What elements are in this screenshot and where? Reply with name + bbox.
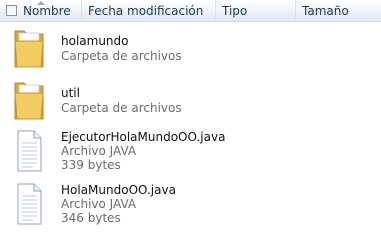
list-item[interactable]: util Carpeta de archivos xyxy=(0,76,381,126)
item-type: Archivo JAVA xyxy=(61,144,137,158)
document-icon xyxy=(12,182,46,226)
list-item[interactable]: HolaMundoOO.java Archivo JAVA 346 bytes xyxy=(0,179,381,231)
item-type: Carpeta de archivos xyxy=(61,101,182,115)
column-header-tamano[interactable]: Tamaño xyxy=(296,0,381,22)
column-header-tamano-label: Tamaño xyxy=(302,4,349,18)
column-header-bar: Nombre Fecha modificación Tipo Tamaño xyxy=(0,0,381,22)
folder-icon xyxy=(12,27,46,71)
item-size: 339 bytes xyxy=(61,158,121,172)
item-size: 346 bytes xyxy=(61,211,121,225)
item-name: HolaMundoOO.java xyxy=(61,183,176,197)
item-name: EjecutorHolaMundoOO.java xyxy=(61,130,226,144)
column-header-fecha[interactable]: Fecha modificación xyxy=(82,0,216,22)
item-type: Carpeta de archivos xyxy=(61,49,182,63)
column-header-tipo-label: Tipo xyxy=(222,4,248,18)
column-header-tipo[interactable]: Tipo xyxy=(216,0,296,22)
column-header-fecha-label: Fecha modificación xyxy=(88,4,204,18)
folder-icon xyxy=(12,79,46,123)
sort-arrow-icon xyxy=(36,1,45,5)
item-type: Archivo JAVA xyxy=(61,197,137,211)
column-header-nombre[interactable]: Nombre xyxy=(0,0,82,22)
list-item[interactable]: holamundo Carpeta de archivos xyxy=(0,24,381,74)
document-icon xyxy=(12,129,46,173)
select-all-checkbox[interactable] xyxy=(6,5,17,16)
item-name: holamundo xyxy=(61,34,129,48)
item-name: util xyxy=(61,86,80,100)
column-header-nombre-label: Nombre xyxy=(23,4,71,18)
list-item[interactable]: EjecutorHolaMundoOO.java Archivo JAVA 33… xyxy=(0,126,381,178)
